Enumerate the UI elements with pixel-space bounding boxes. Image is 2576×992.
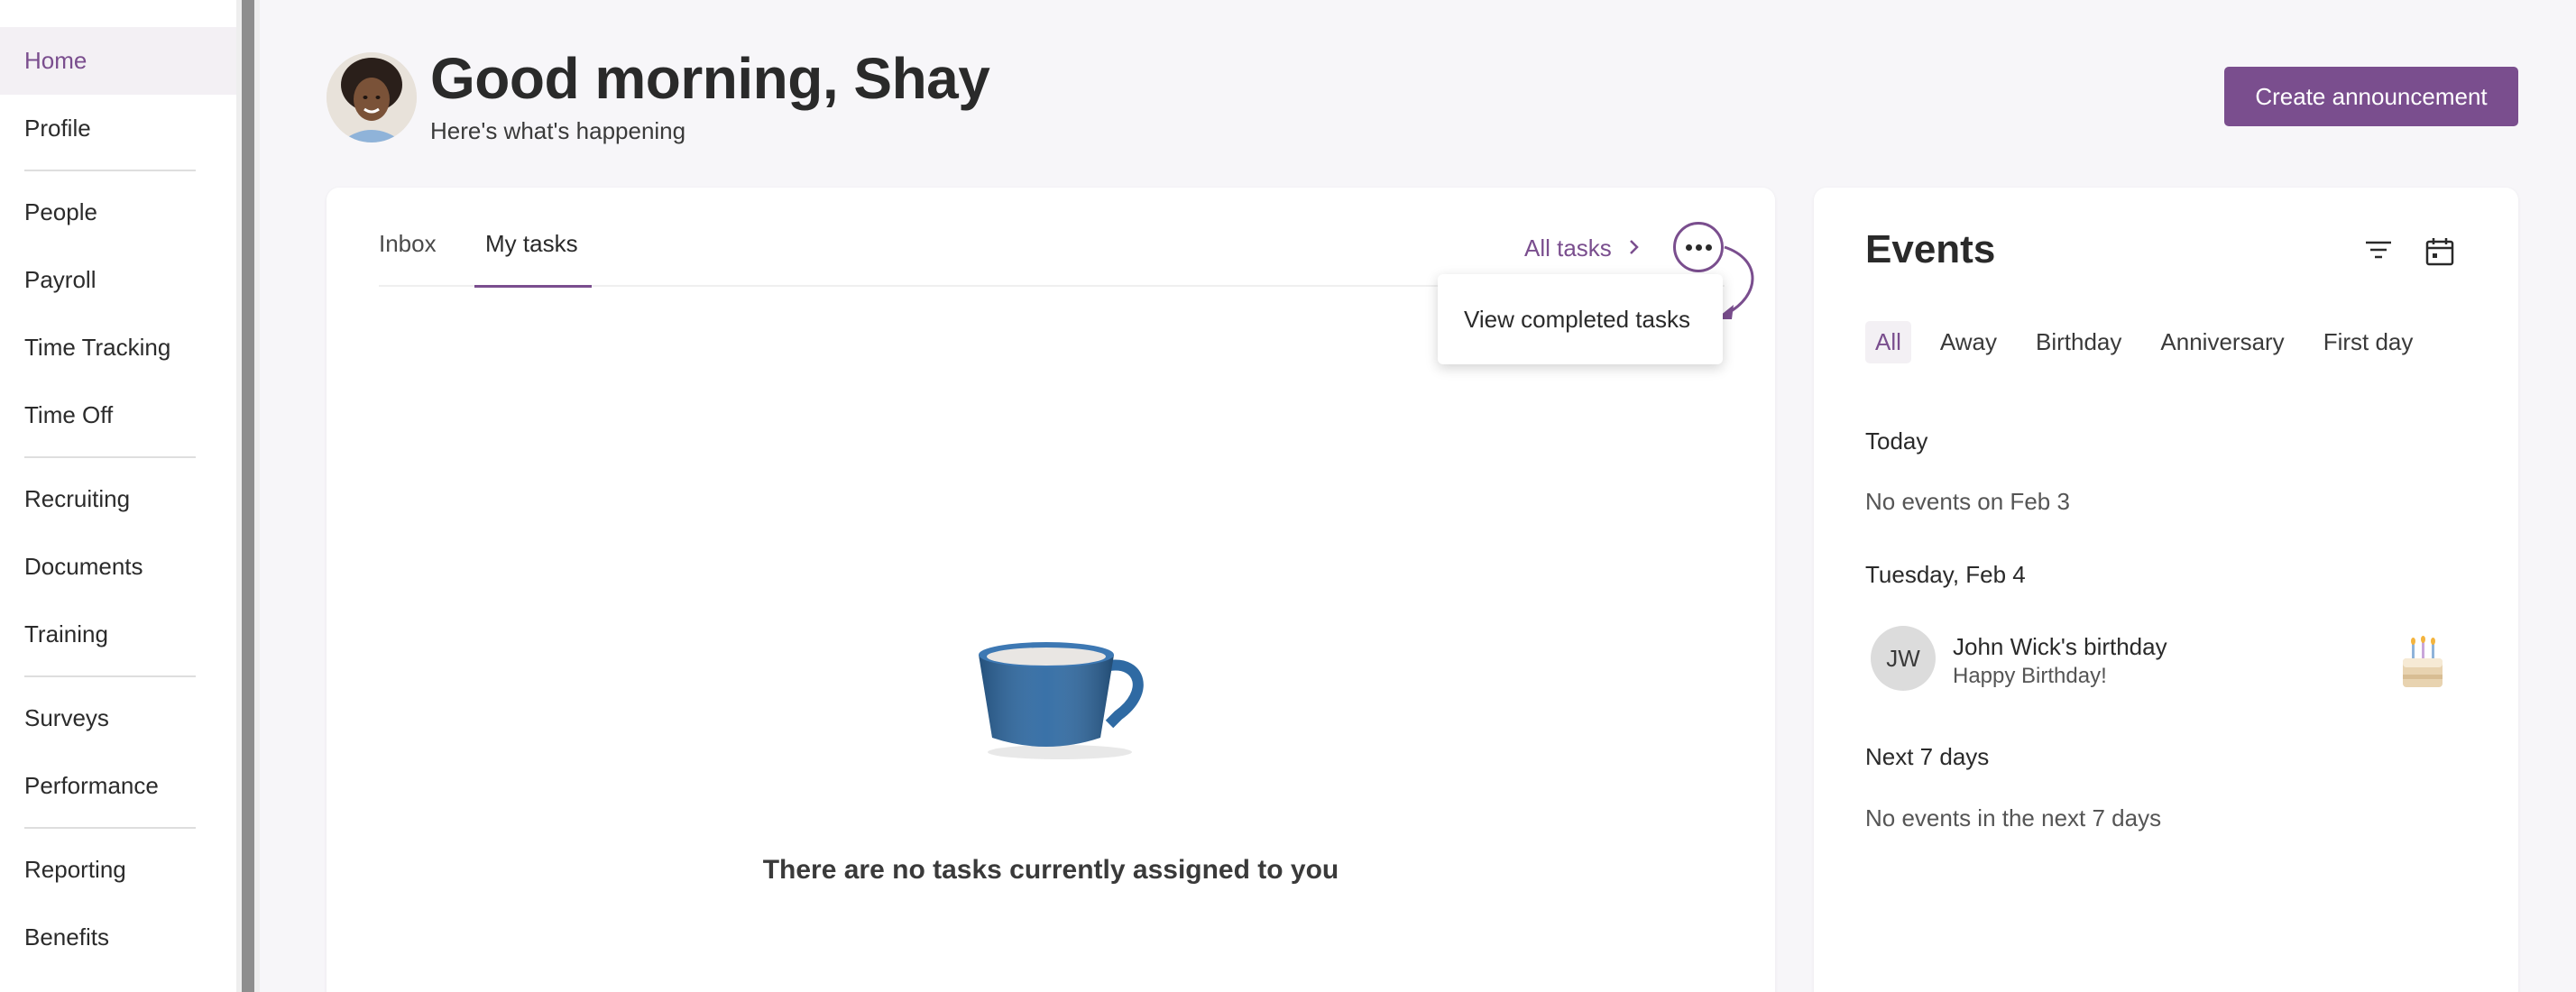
sidebar-item-time-off[interactable]: Time Off xyxy=(0,381,236,449)
coffee-cup-icon xyxy=(979,642,1144,759)
sidebar-item-home[interactable]: Home xyxy=(0,27,236,95)
chevron-right-icon xyxy=(1628,234,1641,262)
birthday-cake-icon xyxy=(2403,636,2443,687)
tasks-card: Inbox My tasks All tasks View completed … xyxy=(327,188,1775,992)
sidebar-item-payroll[interactable]: Payroll xyxy=(0,246,236,314)
chip-all[interactable]: All xyxy=(1865,321,1911,363)
event-avatar: JW xyxy=(1871,626,1936,691)
sidebar-divider xyxy=(24,170,196,171)
sidebar-scrollbar[interactable] xyxy=(236,0,260,992)
sidebar: Home Profile People Payroll Time Trackin… xyxy=(0,0,236,992)
all-tasks-link[interactable]: All tasks xyxy=(1524,234,1641,262)
chip-birthday[interactable]: Birthday xyxy=(2026,321,2131,363)
section-tuesday: Tuesday, Feb 4 xyxy=(1865,561,2026,588)
sidebar-item-documents[interactable]: Documents xyxy=(0,533,236,601)
create-announcement-button[interactable]: Create announcement xyxy=(2224,67,2518,126)
events-card: Events All Away Birthday Anniversary Fir… xyxy=(1814,188,2518,992)
filter-icon[interactable] xyxy=(2363,236,2394,268)
view-completed-tasks-menu-item[interactable]: View completed tasks xyxy=(1438,274,1723,364)
today-empty-text: No events on Feb 3 xyxy=(1865,488,2070,515)
event-name: John Wick's birthday xyxy=(1953,633,2167,660)
event-filter-chips: All Away Birthday Anniversary First day xyxy=(1865,321,2442,363)
sidebar-item-profile[interactable]: Profile xyxy=(0,95,236,162)
sidebar-item-performance[interactable]: Performance xyxy=(0,752,236,820)
tasks-tabs: Inbox My tasks xyxy=(379,188,1725,287)
tab-my-tasks[interactable]: My tasks xyxy=(475,230,588,258)
avatar xyxy=(327,52,417,142)
tab-inbox[interactable]: Inbox xyxy=(369,230,446,258)
sidebar-divider xyxy=(24,456,196,458)
event-item[interactable]: JW John Wick's birthday Happy Birthday! xyxy=(1871,626,2466,694)
calendar-icon[interactable] xyxy=(2424,236,2455,271)
no-tasks-message: There are no tasks currently assigned to… xyxy=(762,855,1339,885)
next-7-days-empty-text: No events in the next 7 days xyxy=(1865,804,2162,831)
sidebar-item-time-tracking[interactable]: Time Tracking xyxy=(0,314,236,381)
events-title: Events xyxy=(1865,227,1996,271)
page-subtitle: Here's what's happening xyxy=(430,117,686,144)
sidebar-item-people[interactable]: People xyxy=(0,179,236,246)
sidebar-item-recruiting[interactable]: Recruiting xyxy=(0,465,236,533)
active-tab-indicator xyxy=(474,285,592,288)
sidebar-item-reporting[interactable]: Reporting xyxy=(0,836,236,904)
sidebar-divider xyxy=(24,827,196,829)
chip-anniversary[interactable]: Anniversary xyxy=(2150,321,2294,363)
chip-away[interactable]: Away xyxy=(1930,321,2007,363)
scrollbar-thumb[interactable] xyxy=(242,0,254,992)
chip-first-day[interactable]: First day xyxy=(2314,321,2424,363)
sidebar-divider xyxy=(24,675,196,677)
all-tasks-label: All tasks xyxy=(1524,234,1612,262)
section-today: Today xyxy=(1865,427,1928,455)
event-description: Happy Birthday! xyxy=(1953,664,2107,688)
sidebar-item-surveys[interactable]: Surveys xyxy=(0,684,236,752)
section-next-7-days: Next 7 days xyxy=(1865,743,1990,770)
page-title: Good morning, Shay xyxy=(430,46,990,111)
sidebar-item-training[interactable]: Training xyxy=(0,601,236,668)
sidebar-item-benefits[interactable]: Benefits xyxy=(0,904,236,971)
